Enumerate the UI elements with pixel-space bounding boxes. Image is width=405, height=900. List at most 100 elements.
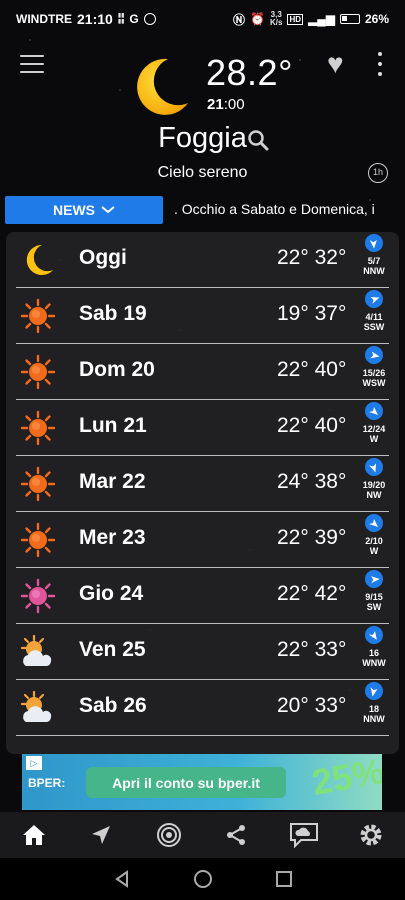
menu-button[interactable] [20, 55, 44, 73]
nav-location[interactable] [81, 815, 121, 855]
forecast-max: 39° [314, 526, 347, 549]
forecast-day: Lun 21 [79, 414, 147, 437]
menu-line [20, 55, 44, 57]
forecast-row[interactable]: Sab 19 19° 37° 4/11 SSW [6, 288, 399, 344]
status-bar: WINDTRE 21:10 ▮▮ ▮▮ G Ⓝ ⏰ 3,3 K/s HD ▂▄▆ … [0, 0, 405, 38]
sun-icon [20, 466, 56, 502]
home-circle-icon[interactable] [193, 869, 213, 889]
forecast-temps: 22° 39° [277, 526, 346, 550]
chat-cloud-icon [289, 823, 318, 848]
nav-radar[interactable] [149, 815, 189, 855]
system-navigation [0, 858, 405, 900]
ad-badge: 25% [308, 754, 382, 803]
favorite-heart-icon[interactable]: ♥ [327, 50, 357, 78]
wind-direction-icon [365, 402, 383, 420]
wind-direction-icon [365, 346, 383, 364]
menu-line [20, 71, 44, 73]
sun-icon [20, 410, 56, 446]
forecast-row[interactable]: Mar 22 24° 38° 19/20 NW [6, 456, 399, 512]
forecast-max: 33° [314, 694, 347, 717]
sun-cloud-icon [20, 690, 56, 726]
forecast-day: Gio 24 [79, 582, 144, 605]
forecast-max: 38° [314, 470, 347, 493]
forecast-max: 32° [314, 246, 347, 269]
forecast-row[interactable]: Gio 24 22° 42° 9/15 SW [6, 568, 399, 624]
forecast-row[interactable]: Sab 26 20° 33° 18 NNW [6, 680, 399, 736]
wind-direction: SSW [363, 322, 385, 332]
notification-icon [143, 13, 156, 25]
adchoices-icon[interactable]: ▷ [26, 756, 42, 770]
wind-direction: WNW [362, 658, 386, 668]
signal-icon: ▂▄▆ [308, 12, 335, 26]
wind-info: 18 NNW [354, 682, 394, 724]
more-options-icon[interactable] [375, 52, 385, 76]
current-time-hour: 21 [207, 96, 224, 113]
forecast-min: 22° [277, 358, 309, 381]
wind-speed: 2/10 [365, 536, 383, 546]
wind-direction: NW [366, 490, 382, 500]
daily-forecast-list: Oggi 22° 32° 5/7 NNW Sab 19 19° 37° 4/11 SSW Dom… [6, 232, 399, 754]
wind-direction: W [369, 434, 379, 444]
forecast-max: 40° [314, 414, 347, 437]
recents-icon[interactable] [275, 870, 293, 888]
forecast-row[interactable]: Ven 25 22° 33° 16 WNW [6, 624, 399, 680]
news-ticker[interactable]: . Occhio a Sabato e Domenica, i [174, 201, 399, 217]
forecast-day: Sab 26 [79, 694, 147, 717]
wind-info: 9/15 SW [354, 570, 394, 612]
ad-banner[interactable]: ▷ BPER: Apri il conto su bper.it 25% [22, 754, 382, 810]
chevron-down-icon [101, 206, 115, 214]
forecast-temps: 22° 40° [277, 414, 346, 438]
network-speed-unit: K/s [269, 18, 283, 27]
row-divider [16, 735, 389, 736]
forecast-row[interactable]: Dom 20 22° 40° 15/26 WSW [6, 344, 399, 400]
wind-direction-icon [365, 514, 383, 532]
wind-speed: 18 [368, 704, 379, 714]
forecast-temps: 24° 38° [277, 470, 346, 494]
forecast-max: 37° [314, 302, 347, 325]
nav-share[interactable] [216, 815, 256, 855]
current-temperature: 28.2° [206, 52, 293, 93]
dot [378, 52, 382, 56]
forecast-row[interactable]: Lun 21 22° 40° 12/24 W [6, 400, 399, 456]
wind-info: 2/10 W [354, 514, 394, 556]
carrier-label: WINDTRE [16, 12, 72, 26]
wind-info: 12/24 W [354, 402, 394, 444]
forecast-day: Ven 25 [79, 638, 146, 661]
news-button[interactable]: NEWS [5, 196, 163, 224]
battery-level: 26% [364, 12, 389, 26]
bottom-navigation [0, 812, 405, 858]
ad-cta-button[interactable]: Apri il conto su bper.it [86, 767, 286, 798]
forecast-row[interactable]: Mer 23 22° 39° 2/10 W [6, 512, 399, 568]
forecast-temps: 22° 42° [277, 582, 346, 606]
forecast-temps: 22° 33° [277, 638, 346, 662]
forecast-row[interactable]: Oggi 22° 32° 5/7 NNW [6, 232, 399, 288]
forecast-day: Sab 19 [79, 302, 147, 325]
dot [378, 62, 382, 66]
hourly-forecast-icon[interactable]: 1h [368, 163, 388, 183]
wind-direction-icon [365, 290, 383, 308]
wind-info: 5/7 NNW [354, 234, 394, 276]
forecast-min: 22° [277, 582, 309, 605]
hd-icon: HD [287, 13, 303, 25]
forecast-temps: 20° 33° [277, 694, 346, 718]
nav-community[interactable] [284, 815, 324, 855]
menu-line [20, 63, 44, 65]
forecast-min: 22° [277, 638, 309, 661]
search-icon[interactable] [246, 128, 270, 152]
wind-info: 4/11 SSW [354, 290, 394, 332]
google-icon: G [129, 12, 139, 26]
forecast-min: 22° [277, 246, 309, 269]
forecast-day: Mer 23 [79, 526, 146, 549]
wind-speed: 4/11 [365, 312, 383, 322]
wind-direction-icon [365, 626, 383, 644]
forecast-min: 22° [277, 526, 309, 549]
city-name[interactable]: Foggia [158, 122, 247, 155]
nav-settings[interactable] [351, 815, 391, 855]
back-icon[interactable] [113, 870, 131, 888]
current-time-minute: :00 [223, 96, 245, 113]
forecast-min: 22° [277, 414, 309, 437]
current-time: 21:00 [207, 96, 245, 113]
nfc-icon: Ⓝ [233, 12, 246, 27]
nav-home[interactable] [14, 815, 54, 855]
forecast-max: 42° [314, 582, 347, 605]
